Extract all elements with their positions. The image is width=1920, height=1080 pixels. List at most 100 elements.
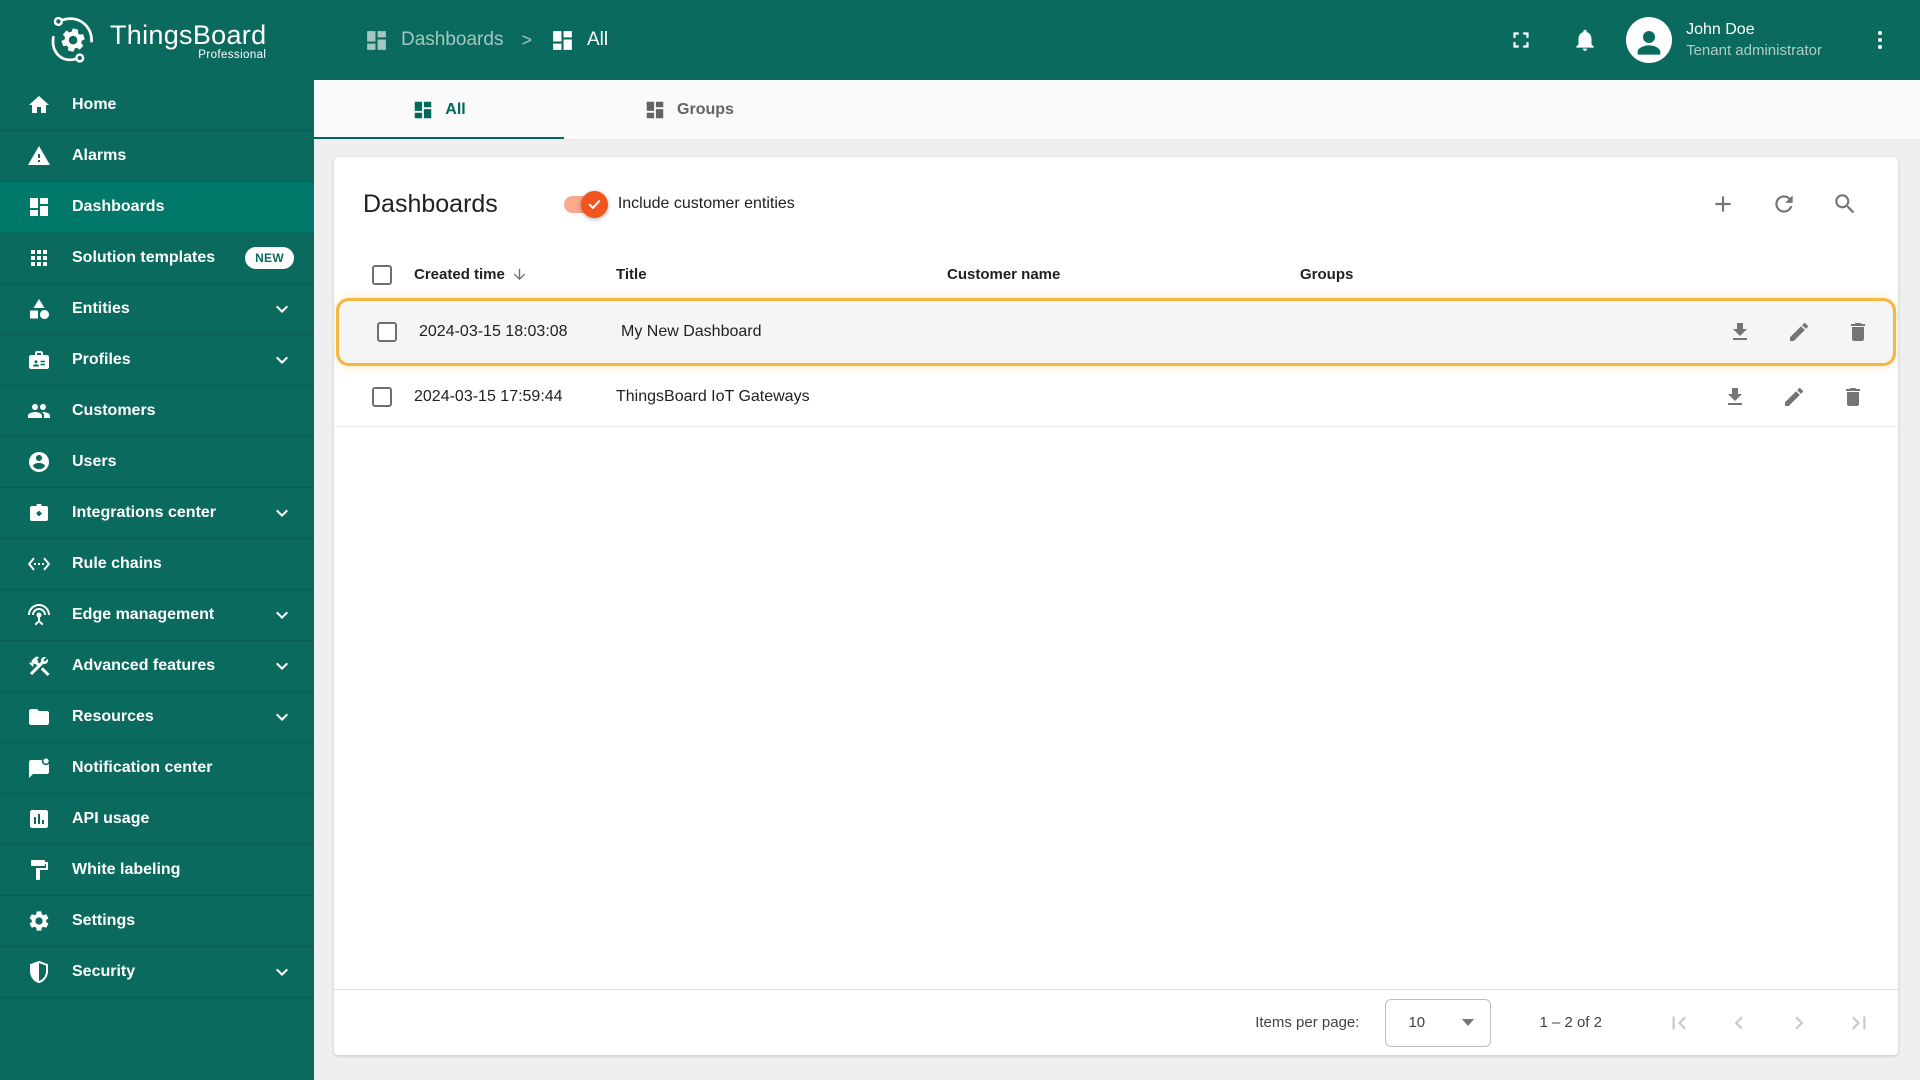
export-dashboard-button[interactable] xyxy=(1723,385,1747,409)
notifications-button[interactable] xyxy=(1572,27,1598,53)
top-bar: ThingsBoard Professional Dashboards > Al… xyxy=(0,0,1920,80)
cell-title: ThingsBoard IoT Gateways xyxy=(616,387,810,405)
warning-icon xyxy=(27,144,51,168)
download-icon xyxy=(1728,320,1752,344)
last-page-button[interactable] xyxy=(1846,1010,1872,1036)
sidebar-item-home[interactable]: Home xyxy=(0,80,314,131)
pencil-icon xyxy=(1787,320,1811,344)
last-page-icon xyxy=(1846,1010,1872,1036)
sidebar-item-solution-templates[interactable]: Solution templates NEW xyxy=(0,233,314,284)
refresh-button[interactable] xyxy=(1771,191,1797,217)
sidebar-item-rule-chains[interactable]: Rule chains xyxy=(0,539,314,590)
column-header-title[interactable]: Title xyxy=(616,266,947,283)
user-name: John Doe xyxy=(1686,21,1755,38)
sidebar-item-security[interactable]: Security xyxy=(0,947,314,998)
page-body: Dashboards Include customer entities Cre… xyxy=(314,140,1920,1080)
breadcrumb-all[interactable]: All xyxy=(550,28,608,53)
breadcrumb-label: Dashboards xyxy=(401,29,504,50)
sidebar-item-white-labeling[interactable]: White labeling xyxy=(0,845,314,896)
table-row-thingsboard-iot-gateways[interactable]: 2024-03-15 17:59:44 ThingsBoard IoT Gate… xyxy=(334,367,1898,427)
items-per-page-select[interactable]: 10 xyxy=(1385,998,1492,1047)
topbar-actions: John Doe Tenant administrator xyxy=(1508,17,1920,63)
delete-dashboard-button[interactable] xyxy=(1846,320,1870,344)
more-menu-button[interactable] xyxy=(1868,28,1892,52)
bar-chart-box-icon xyxy=(27,807,51,831)
search-icon xyxy=(1832,191,1858,217)
badge-card-icon xyxy=(27,348,51,372)
tab-bar: All Groups xyxy=(314,80,1920,140)
sidebar-item-integrations-center[interactable]: Integrations center xyxy=(0,488,314,539)
sidebar-item-users[interactable]: Users xyxy=(0,437,314,488)
folder-icon xyxy=(27,705,51,729)
user-info[interactable]: John Doe Tenant administrator xyxy=(1686,19,1822,61)
breadcrumb-label: All xyxy=(586,29,609,50)
sidebar-item-customers[interactable]: Customers xyxy=(0,386,314,437)
row-checkbox[interactable] xyxy=(372,386,392,407)
previous-page-button[interactable] xyxy=(1726,1010,1752,1036)
dashboard-icon xyxy=(550,28,575,53)
dropdown-arrow-icon xyxy=(1462,1019,1475,1026)
apps-grid-icon xyxy=(27,246,51,270)
items-per-page-value: 10 xyxy=(1408,1014,1426,1031)
rule-chain-icon xyxy=(27,552,51,576)
cell-created-time: 2024-03-15 18:03:08 xyxy=(419,323,568,340)
tab-all[interactable]: All xyxy=(314,80,564,139)
select-all-checkbox[interactable] xyxy=(372,264,392,285)
home-icon xyxy=(27,93,51,117)
column-header-customer-name[interactable]: Customer name xyxy=(947,266,1300,283)
chevron-down-icon xyxy=(270,705,294,729)
row-checkbox[interactable] xyxy=(377,322,397,342)
sidebar-item-advanced-features[interactable]: Advanced features xyxy=(0,641,314,692)
dashboard-icon xyxy=(27,195,51,219)
user-role: Tenant administrator xyxy=(1686,42,1822,59)
breadcrumb-separator: > xyxy=(521,29,532,50)
sort-desc-arrow-icon xyxy=(511,266,528,283)
column-header-groups[interactable]: Groups xyxy=(1300,266,1714,283)
logo-title: ThingsBoard xyxy=(110,19,267,50)
chevron-down-icon xyxy=(270,654,294,678)
breadcrumb-dashboards[interactable]: Dashboards xyxy=(364,28,503,53)
table-header-row: Created time Title Customer name Groups xyxy=(334,251,1898,298)
thingsboard-logo-icon xyxy=(46,13,100,67)
sidebar-item-alarms[interactable]: Alarms xyxy=(0,131,314,182)
tab-groups[interactable]: Groups xyxy=(564,80,814,139)
breadcrumb: Dashboards > All xyxy=(364,28,608,53)
integration-icon xyxy=(27,501,51,525)
search-button[interactable] xyxy=(1832,191,1858,217)
trash-icon xyxy=(1846,320,1870,344)
column-header-created-time[interactable]: Created time xyxy=(414,266,616,283)
fullscreen-button[interactable] xyxy=(1508,27,1534,53)
chevron-right-icon xyxy=(1786,1010,1812,1036)
sidebar-item-dashboards[interactable]: Dashboards xyxy=(0,182,314,233)
include-customer-entities-toggle[interactable]: Include customer entities xyxy=(563,190,795,218)
sidebar-item-entities[interactable]: Entities xyxy=(0,284,314,335)
chevron-down-icon xyxy=(270,297,294,321)
edit-dashboard-button[interactable] xyxy=(1787,320,1811,344)
table-row-my-new-dashboard[interactable]: 2024-03-15 18:03:08 My New Dashboard xyxy=(339,301,1893,363)
first-page-icon xyxy=(1666,1010,1692,1036)
user-avatar[interactable] xyxy=(1626,17,1673,63)
gear-icon xyxy=(27,909,51,933)
sidebar-item-resources[interactable]: Resources xyxy=(0,692,314,743)
cell-title: My New Dashboard xyxy=(621,323,762,340)
antenna-icon xyxy=(27,603,51,627)
delete-dashboard-button[interactable] xyxy=(1841,385,1865,409)
paginator: Items per page: 10 1 – 2 of 2 xyxy=(334,989,1898,1055)
category-icon xyxy=(27,297,51,321)
dashboard-icon xyxy=(644,99,666,121)
edit-dashboard-button[interactable] xyxy=(1782,385,1806,409)
chevron-down-icon xyxy=(270,348,294,372)
sidebar-item-edge-management[interactable]: Edge management xyxy=(0,590,314,641)
export-dashboard-button[interactable] xyxy=(1728,320,1752,344)
toggle-label: Include customer entities xyxy=(617,195,795,212)
vertical-dots-icon xyxy=(1868,28,1892,52)
first-page-button[interactable] xyxy=(1666,1010,1692,1036)
dashboard-icon xyxy=(364,28,389,53)
bell-icon xyxy=(1572,27,1598,53)
next-page-button[interactable] xyxy=(1786,1010,1812,1036)
sidebar-item-notification-center[interactable]: Notification center xyxy=(0,743,314,794)
sidebar-item-profiles[interactable]: Profiles xyxy=(0,335,314,386)
sidebar-item-settings[interactable]: Settings xyxy=(0,896,314,947)
add-dashboard-button[interactable] xyxy=(1710,191,1736,217)
sidebar-item-api-usage[interactable]: API usage xyxy=(0,794,314,845)
